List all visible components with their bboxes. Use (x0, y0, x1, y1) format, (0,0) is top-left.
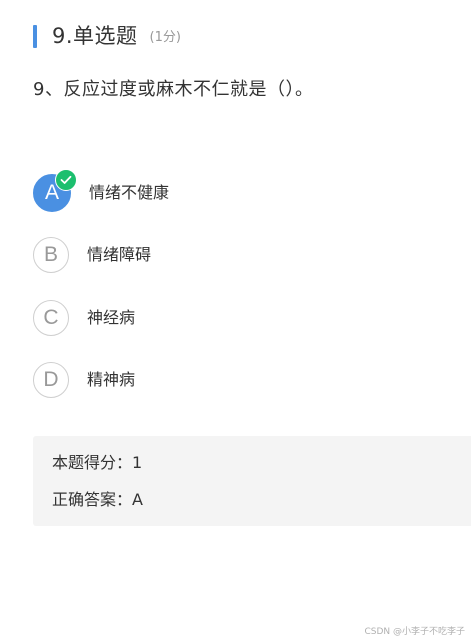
option-b-label: 情绪障碍 (87, 245, 152, 264)
option-d[interactable]: D 精神病 (33, 361, 135, 399)
option-b[interactable]: B 情绪障碍 (33, 236, 151, 274)
option-d-circle[interactable]: D (33, 362, 69, 398)
accent-bar (33, 24, 37, 48)
option-d-label: 精神病 (87, 370, 136, 389)
question-text: 9、反应过度或麻木不仁就是（）。 (33, 79, 314, 100)
option-a-circle[interactable]: A (33, 169, 77, 212)
question-title: 9.单选题 (52, 24, 138, 48)
check-icon (55, 169, 77, 191)
option-c-circle[interactable]: C (33, 300, 69, 336)
option-b-letter: B (43, 243, 58, 266)
option-d-letter: D (43, 368, 59, 391)
watermark: CSDN @小李子不吃李子 (364, 627, 465, 637)
option-c[interactable]: C 神经病 (33, 299, 135, 337)
question-header: 9.单选题 (1分) (33, 24, 181, 48)
option-a[interactable]: A 情绪不健康 (33, 169, 170, 212)
option-a-label: 情绪不健康 (89, 183, 170, 202)
score-text: 本题得分：1 (52, 453, 143, 472)
quiz-page: 9.单选题 (1分) 9、反应过度或麻木不仁就是（）。 A 情绪不健康 B 情绪… (0, 0, 471, 643)
option-c-letter: C (43, 306, 59, 329)
option-c-label: 神经病 (87, 308, 136, 327)
result-box: 本题得分：1 正确答案：A (33, 436, 471, 526)
option-b-circle[interactable]: B (33, 237, 69, 273)
correct-answer-text: 正确答案：A (52, 490, 143, 509)
question-points: (1分) (149, 29, 181, 45)
